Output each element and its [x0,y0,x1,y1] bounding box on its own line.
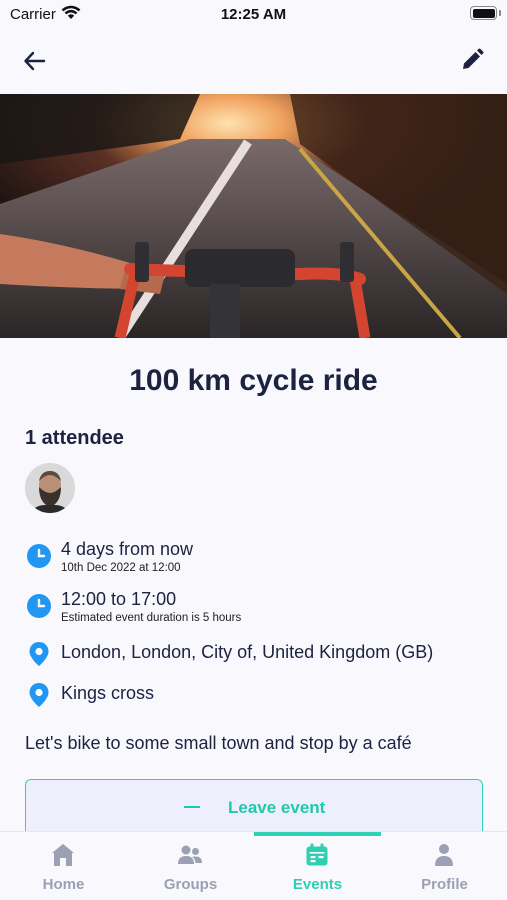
calendar-icon [306,843,328,866]
people-icon [178,845,202,864]
tab-groups-label: Groups [163,876,218,893]
minus-icon [184,806,200,808]
event-date-relative: 4 days from now [61,539,194,559]
home-icon [52,844,74,866]
event-time-range: 12:00 to 17:00 [61,589,177,609]
clock-icon [27,594,51,618]
event-detail-screen: Carrier 12:25 AM 100 km cycle ride 1 att… [0,0,507,900]
tab-events-label: Events [292,876,343,893]
event-date-absolute: 10th Dec 2022 at 12:00 [61,562,181,574]
status-time: 12:25 AM [220,6,287,23]
location-pin-icon [29,642,49,666]
tab-events[interactable]: Events [254,832,381,900]
nav-bar [0,28,507,94]
edit-button[interactable] [459,47,485,73]
status-bar: Carrier 12:25 AM [0,0,507,28]
battery-cap [499,10,501,16]
event-description: Let's bike to some small town and stop b… [25,733,412,753]
event-cover-image [0,94,507,338]
tab-profile-label: Profile [421,876,468,893]
leave-event-button[interactable]: Leave event [25,779,483,839]
tab-home-label: Home [42,876,85,893]
tab-groups[interactable]: Groups [127,832,254,900]
event-meeting-point-row[interactable]: Kings cross [25,682,485,708]
clock-icon [27,544,51,568]
battery-icon [470,6,497,20]
event-duration-row: 12:00 to 17:00 Estimated event duration … [25,588,485,628]
event-location-row[interactable]: London, London, City of, United Kingdom … [25,641,485,667]
event-meeting-point: Kings cross [61,683,155,703]
tab-bar: Home Groups Events Profile [0,831,507,900]
tab-profile[interactable]: Profile [381,832,507,900]
event-date-row: 4 days from now 10th Dec 2022 at 12:00 [25,538,485,578]
attendee-count: 1 attendee [25,427,124,449]
leave-event-label: Leave event [228,798,326,817]
pencil-icon [463,48,484,69]
location-pin-icon [29,683,49,707]
avatar-photo [25,463,75,513]
event-duration-note: Estimated event duration is 5 hours [61,612,242,624]
event-title: 100 km cycle ride [129,364,378,397]
tab-home[interactable]: Home [0,832,127,900]
back-button[interactable] [22,48,48,74]
attendee-avatar[interactable] [25,463,75,513]
person-icon [435,844,453,866]
event-location: London, London, City of, United Kingdom … [61,642,434,662]
arrow-left-icon [24,51,46,71]
